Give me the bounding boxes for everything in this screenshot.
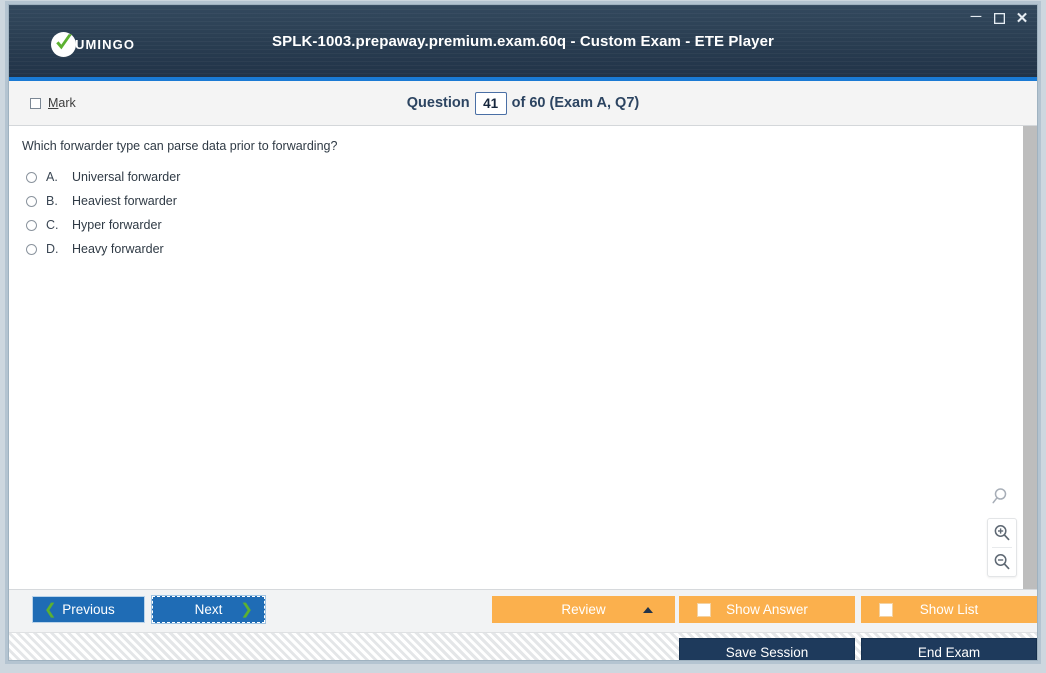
radio-icon[interactable]	[26, 171, 37, 183]
choice-letter: C.	[46, 218, 59, 232]
question-header-bar: Mark Question 41 of 60 (Exam A, Q7)	[9, 81, 1037, 126]
search-icon[interactable]	[992, 487, 1012, 512]
end-exam-button[interactable]: End Exam	[861, 638, 1037, 660]
window-title: SPLK-1003.prepaway.premium.exam.60q - Cu…	[272, 33, 774, 50]
radio-icon[interactable]	[26, 219, 37, 231]
previous-button[interactable]: ❮ Previous	[32, 596, 145, 623]
close-icon[interactable]: ✕	[1015, 11, 1029, 26]
zoom-button-group	[987, 518, 1017, 577]
radio-icon[interactable]	[26, 195, 37, 207]
caret-up-icon	[643, 606, 653, 613]
end-exam-label: End Exam	[917, 645, 981, 660]
choice-letter: A.	[46, 170, 58, 184]
vumingo-check-icon	[51, 32, 76, 57]
save-session-label: Save Session	[725, 645, 809, 660]
ete-player-window: ─ ✕ UMINGO SPLK-1003.prepaway.premium.ex…	[8, 4, 1038, 661]
radio-icon[interactable]	[26, 243, 37, 255]
answer-choice-d[interactable]: D. Heavy forwarder	[26, 237, 180, 261]
question-counter: Question 41 of 60 (Exam A, Q7)	[9, 91, 1037, 115]
navigation-toolbar: ❮ Previous Next ❯ Review Show Answer Sho…	[9, 590, 1037, 633]
answer-choice-a[interactable]: A. Universal forwarder	[26, 165, 180, 189]
question-prefix-label: Question	[406, 95, 470, 111]
choice-text: Hyper forwarder	[72, 218, 162, 232]
show-answer-label: Show Answer	[726, 602, 808, 617]
choice-text: Universal forwarder	[72, 170, 181, 184]
choice-letter: B.	[46, 194, 58, 208]
chevron-left-icon: ❮	[44, 601, 57, 618]
chevron-right-icon: ❯	[240, 601, 253, 618]
underflow-clipped-text	[0, 665, 1046, 673]
minimize-icon[interactable]: ─	[969, 9, 983, 28]
question-number-input[interactable]: 41	[474, 91, 507, 115]
vumingo-wordmark: UMINGO	[75, 37, 136, 52]
content-scrollbar[interactable]	[1023, 126, 1037, 589]
mark-checkbox-group[interactable]: Mark	[30, 96, 76, 110]
window-controls: ─ ✕	[969, 9, 1029, 28]
answer-choice-b[interactable]: B. Heaviest forwarder	[26, 189, 180, 213]
question-text: Which forwarder type can parse data prio…	[22, 139, 338, 153]
previous-button-label: Previous	[62, 602, 115, 617]
zoom-in-icon[interactable]	[988, 519, 1016, 547]
choice-text: Heavy forwarder	[72, 242, 164, 256]
vumingo-logo: UMINGO	[51, 32, 135, 57]
show-answer-checkbox[interactable]	[697, 602, 711, 617]
question-total-label: of 60 (Exam A, Q7)	[511, 95, 640, 111]
answer-choice-list: A. Universal forwarder B. Heaviest forwa…	[26, 165, 180, 261]
zoom-out-icon[interactable]	[988, 548, 1016, 576]
answer-choice-c[interactable]: C. Hyper forwarder	[26, 213, 180, 237]
show-list-label: Show List	[919, 602, 979, 617]
status-bar: Save Session End Exam	[9, 633, 1037, 660]
show-list-checkbox[interactable]	[879, 602, 893, 617]
choice-text: Heaviest forwarder	[72, 194, 177, 208]
maximize-icon[interactable]	[992, 12, 1006, 26]
show-answer-button[interactable]: Show Answer	[679, 596, 855, 623]
mark-label: Mark	[48, 96, 76, 110]
mark-accelerator: M	[48, 96, 59, 110]
mark-checkbox[interactable]	[30, 97, 41, 109]
show-list-button[interactable]: Show List	[861, 596, 1037, 623]
choice-letter: D.	[46, 242, 59, 256]
review-button[interactable]: Review	[492, 596, 675, 623]
next-button[interactable]: Next ❯	[151, 595, 266, 624]
next-button-label: Next	[194, 602, 223, 617]
review-button-label: Review	[561, 602, 606, 617]
title-bar: ─ ✕ UMINGO SPLK-1003.prepaway.premium.ex…	[9, 5, 1037, 81]
question-content-area: Which forwarder type can parse data prio…	[9, 126, 1037, 590]
mark-label-rest: ark	[58, 96, 76, 110]
zoom-tools	[987, 487, 1017, 577]
app-root: ─ ✕ UMINGO SPLK-1003.prepaway.premium.ex…	[0, 0, 1046, 673]
save-session-button[interactable]: Save Session	[679, 638, 855, 660]
